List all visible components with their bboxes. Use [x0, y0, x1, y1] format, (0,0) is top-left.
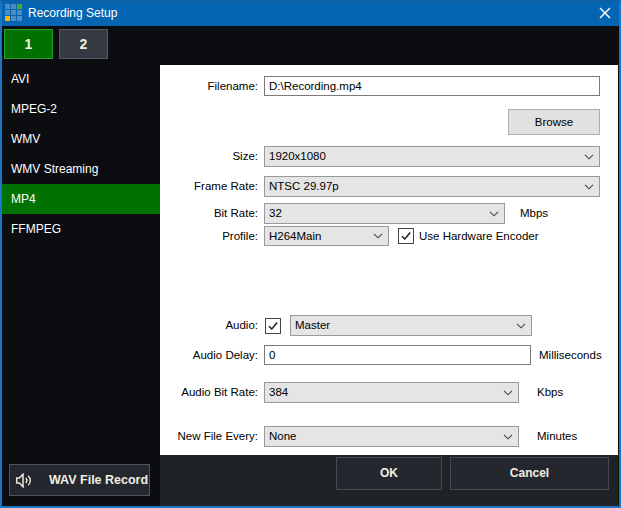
- bit-rate-label: Bit Rate:: [160, 203, 258, 224]
- new-file-every-select[interactable]: None: [264, 426, 519, 447]
- browse-button[interactable]: Browse: [508, 109, 600, 135]
- ok-button[interactable]: OK: [336, 457, 442, 490]
- audio-bit-rate-label: Audio Bit Rate:: [160, 382, 258, 403]
- settings-panel: Filename: D:\Recording.mp4 Browse Size: …: [160, 65, 618, 455]
- size-select[interactable]: 1920x1080: [264, 146, 600, 167]
- format-item-avi[interactable]: AVI: [2, 64, 160, 94]
- wav-file-record-button[interactable]: WAV File Record: [9, 464, 150, 496]
- audio-delay-unit: Milliseconds: [539, 345, 602, 365]
- size-label: Size:: [160, 146, 258, 167]
- close-icon[interactable]: [598, 6, 612, 20]
- new-file-every-unit: Minutes: [537, 426, 577, 447]
- format-item-ffmpeg[interactable]: FFMPEG: [2, 214, 160, 244]
- wav-file-record-label: WAV File Record: [49, 473, 148, 487]
- frame-rate-label: Frame Rate:: [160, 176, 258, 197]
- audio-select[interactable]: Master: [290, 315, 532, 336]
- format-item-wmv-streaming[interactable]: WMV Streaming: [2, 154, 160, 184]
- format-item-wmv[interactable]: WMV: [2, 124, 160, 154]
- cancel-button[interactable]: Cancel: [450, 457, 609, 490]
- tab-2[interactable]: 2: [59, 29, 108, 59]
- speaker-icon: [15, 473, 33, 488]
- bit-rate-unit: Mbps: [520, 203, 548, 224]
- format-item-mp4[interactable]: MP4: [2, 184, 160, 214]
- audio-delay-label: Audio Delay:: [160, 345, 258, 365]
- audio-bit-rate-select[interactable]: 384: [264, 382, 519, 403]
- app-logo-icon: [5, 4, 22, 21]
- audio-bit-rate-unit: Kbps: [537, 382, 563, 403]
- recording-setup-dialog: Recording Setup 1 2 AVI MPEG-2 WMV WMV S…: [0, 0, 621, 508]
- hardware-encoder-label: Use Hardware Encoder: [419, 226, 539, 246]
- title-bar: Recording Setup: [0, 0, 621, 26]
- audio-label: Audio:: [160, 315, 258, 336]
- profile-label: Profile:: [160, 226, 258, 246]
- audio-checkbox[interactable]: [265, 318, 281, 334]
- audio-delay-input[interactable]: 0: [264, 345, 531, 365]
- bit-rate-select[interactable]: 32: [264, 203, 505, 224]
- tab-1[interactable]: 1: [4, 29, 53, 59]
- hardware-encoder-checkbox[interactable]: [398, 228, 414, 244]
- frame-rate-select[interactable]: NTSC 29.97p: [264, 176, 600, 197]
- profile-select[interactable]: H264Main: [264, 226, 389, 246]
- filename-label: Filename:: [160, 76, 258, 96]
- new-file-every-label: New File Every:: [160, 426, 258, 447]
- window-title: Recording Setup: [28, 0, 117, 26]
- filename-input[interactable]: D:\Recording.mp4: [264, 76, 600, 96]
- format-list: AVI MPEG-2 WMV WMV Streaming MP4 FFMPEG: [2, 64, 160, 244]
- format-item-mpeg2[interactable]: MPEG-2: [2, 94, 160, 124]
